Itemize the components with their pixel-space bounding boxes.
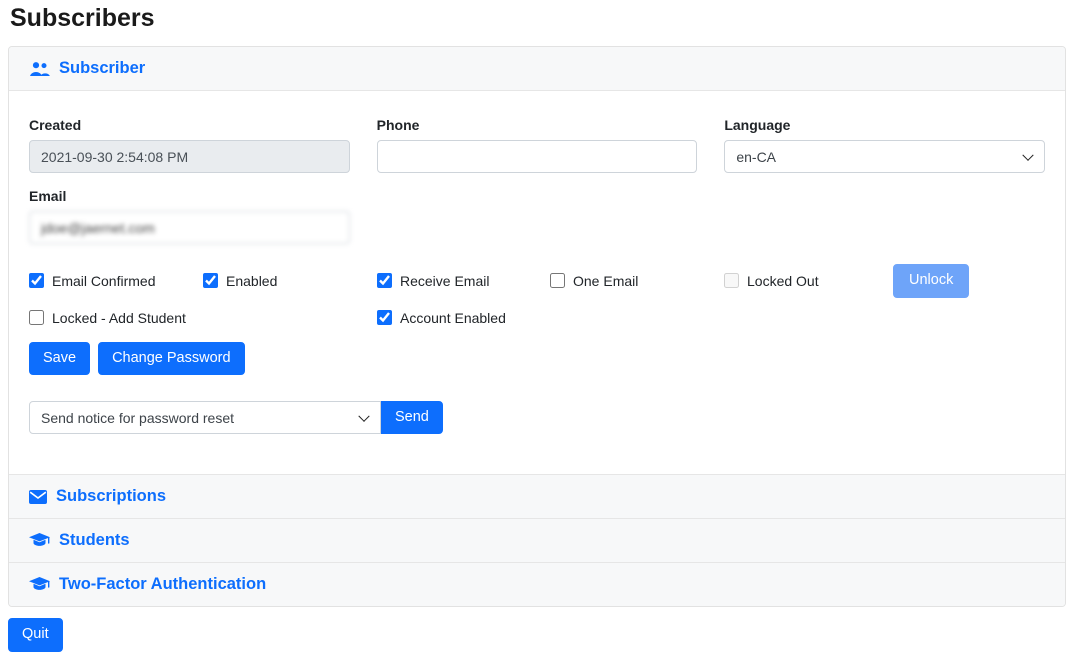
- email-label: Email: [29, 188, 350, 204]
- subscriber-section-title: Subscriber: [59, 59, 145, 78]
- notice-select[interactable]: Send notice for password reset: [29, 401, 381, 434]
- language-field-group: Language en-CA: [724, 117, 1045, 173]
- change-password-button[interactable]: Change Password: [98, 342, 245, 376]
- checkbox-locked-out: Locked Out: [724, 273, 893, 289]
- checkbox-label: Account Enabled: [400, 310, 506, 326]
- phone-label: Phone: [377, 117, 698, 133]
- one-email-checkbox[interactable]: [550, 273, 565, 288]
- language-label: Language: [724, 117, 1045, 133]
- checkbox-label: Locked - Add Student: [52, 310, 186, 326]
- created-label: Created: [29, 117, 350, 133]
- email-input[interactable]: [29, 211, 350, 244]
- email-confirmed-checkbox[interactable]: [29, 273, 44, 288]
- subscriptions-section-header[interactable]: Subscriptions: [9, 474, 1065, 518]
- locked-out-checkbox: [724, 273, 739, 288]
- checkbox-label: Enabled: [226, 273, 277, 289]
- students-section-header[interactable]: Students: [9, 518, 1065, 562]
- save-button[interactable]: Save: [29, 342, 90, 376]
- users-icon: [29, 61, 50, 77]
- checkbox-label: Email Confirmed: [52, 273, 155, 289]
- created-field-group: Created: [29, 117, 350, 173]
- checkbox-account-enabled[interactable]: Account Enabled: [377, 310, 550, 326]
- checkbox-label: Locked Out: [747, 273, 819, 289]
- notice-select-wrap: Send notice for password reset: [29, 401, 381, 434]
- subscriptions-section-title: Subscriptions: [56, 487, 166, 506]
- students-section-title: Students: [59, 531, 130, 550]
- unlock-button[interactable]: Unlock: [893, 264, 969, 298]
- checkbox-email-confirmed[interactable]: Email Confirmed: [29, 273, 203, 289]
- notice-row: Send notice for password reset Send: [29, 401, 1045, 434]
- account-enabled-checkbox[interactable]: [377, 310, 392, 325]
- subscribers-page: Subscribers Subscriber Created: [0, 0, 1082, 652]
- language-select-wrap: en-CA: [724, 149, 1045, 166]
- checkbox-locked-add-student[interactable]: Locked - Add Student: [29, 310, 203, 326]
- subscriber-section-header[interactable]: Subscriber: [9, 47, 1065, 90]
- graduation-cap-icon: [29, 577, 50, 592]
- checkbox-label: Receive Email: [400, 273, 489, 289]
- subscriber-section-body: Created Phone Language en-CA: [9, 90, 1065, 474]
- two-factor-section-title: Two-Factor Authentication: [59, 575, 266, 594]
- action-button-row: Save Change Password: [29, 342, 1045, 376]
- checkbox-row-1: Email Confirmed Enabled Receive Email On…: [29, 264, 1045, 298]
- created-input: [29, 140, 350, 173]
- language-select[interactable]: en-CA: [724, 140, 1045, 173]
- locked-add-student-checkbox[interactable]: [29, 310, 44, 325]
- checkbox-one-email[interactable]: One Email: [550, 273, 724, 289]
- checkbox-row-2: Locked - Add Student Account Enabled: [29, 310, 1045, 326]
- two-factor-section-header[interactable]: Two-Factor Authentication: [9, 562, 1065, 606]
- receive-email-checkbox[interactable]: [377, 273, 392, 288]
- phone-field-group: Phone: [377, 117, 698, 173]
- graduation-cap-icon: [29, 533, 50, 548]
- envelope-icon: [29, 490, 47, 504]
- quit-button[interactable]: Quit: [8, 618, 63, 652]
- send-button[interactable]: Send: [381, 401, 443, 434]
- checkbox-receive-email[interactable]: Receive Email: [377, 273, 550, 289]
- checkbox-label: One Email: [573, 273, 638, 289]
- page-title: Subscribers: [10, 4, 1074, 33]
- enabled-checkbox[interactable]: [203, 273, 218, 288]
- page-footer: Quit: [8, 618, 1074, 652]
- checkbox-enabled[interactable]: Enabled: [203, 273, 377, 289]
- email-field-group: Email: [29, 188, 350, 244]
- phone-input[interactable]: [377, 140, 698, 173]
- subscriber-accordion: Subscriber Created Phone Language en-CA: [8, 46, 1066, 607]
